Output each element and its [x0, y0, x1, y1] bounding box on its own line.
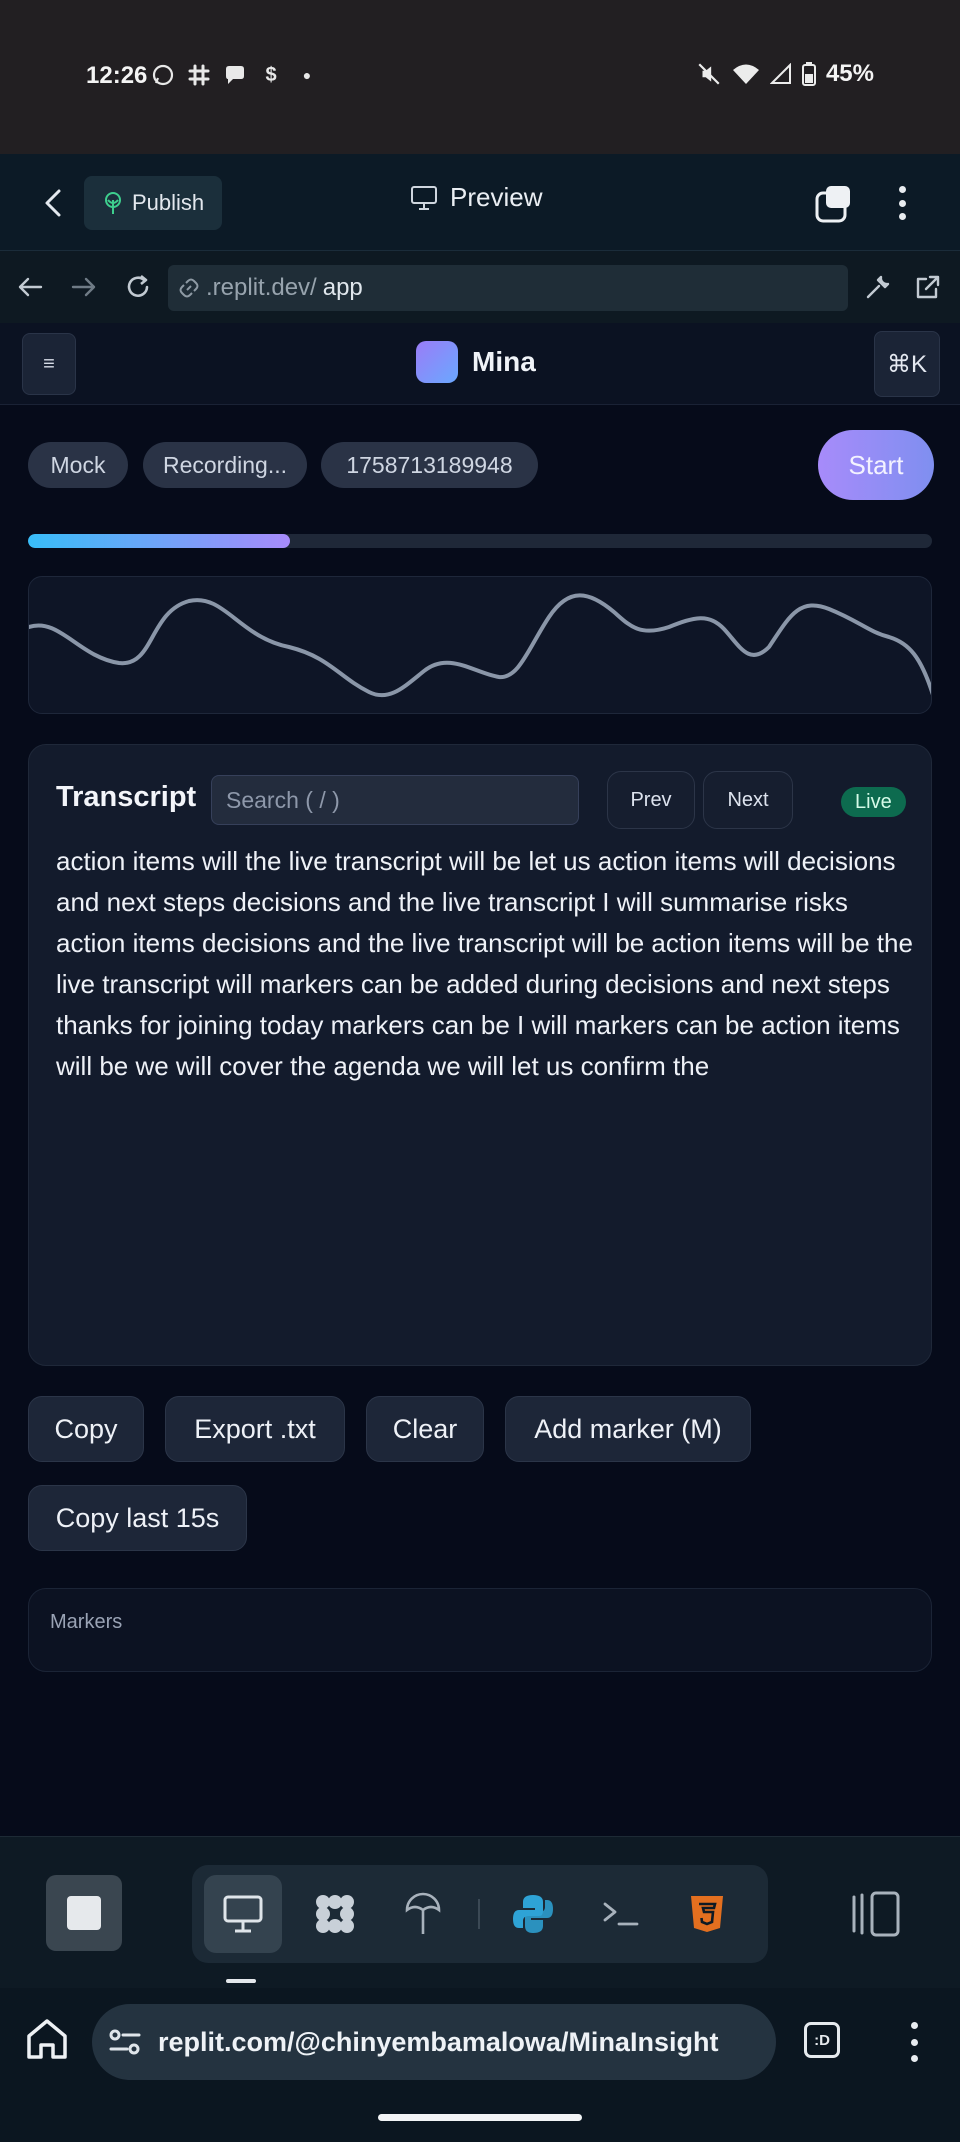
- gesture-handle: [378, 2114, 582, 2121]
- back-button[interactable]: [30, 180, 76, 226]
- chat-icon: [222, 62, 248, 88]
- url-path: app: [322, 274, 363, 301]
- reload-button[interactable]: [120, 269, 156, 305]
- prev-match-button[interactable]: Prev: [607, 771, 695, 829]
- battery-percent: 45%: [825, 60, 874, 87]
- transcript-text: action items will the live transcript wi…: [56, 846, 913, 1081]
- app-logo: [416, 341, 458, 383]
- devtools-button[interactable]: [860, 269, 896, 305]
- more-menu-button[interactable]: [886, 180, 918, 226]
- live-badge: Live: [841, 787, 906, 817]
- reload-icon: [127, 274, 149, 297]
- home-button[interactable]: [22, 2014, 72, 2064]
- export-txt-button[interactable]: Export .txt: [165, 1396, 345, 1462]
- arrow-right-icon: [71, 277, 96, 297]
- chrome-url: replit.com/@chinyembamalowa/MinaInsight: [158, 2026, 719, 2057]
- tabs-icon: [815, 186, 850, 223]
- python-icon: [513, 1895, 553, 1933]
- arrow-left-icon: [18, 277, 43, 297]
- recording-progress-bar: [28, 534, 932, 548]
- brand: Mina: [416, 341, 536, 383]
- tabs-button[interactable]: [814, 184, 854, 224]
- transcript-title: Transcript: [56, 781, 197, 813]
- preview-tool[interactable]: [204, 1875, 282, 1953]
- chrome-bottom-bar: replit.com/@chinyembamalowa/MinaInsight …: [0, 1988, 960, 2142]
- transcript-panel: Transcript Prev Next Live action items w…: [28, 744, 932, 1366]
- site-settings-icon: [109, 2029, 141, 2055]
- system-indicators: 45%: [696, 60, 874, 88]
- transcript-search-input[interactable]: [211, 775, 579, 825]
- whatsapp-icon: [150, 62, 176, 88]
- publish-icon: [105, 192, 121, 214]
- monitor-icon: [223, 1895, 263, 1933]
- deploy-icon: [405, 1892, 441, 1934]
- html-tool[interactable]: [668, 1875, 746, 1953]
- app-header: ≡ Mina ⌘K: [0, 323, 960, 405]
- copy-last-15s-button[interactable]: Copy last 15s: [28, 1485, 247, 1551]
- external-link-icon: [916, 275, 940, 299]
- signal-icon: [769, 63, 792, 85]
- replit-header: Publish Preview: [0, 154, 960, 251]
- link-icon: [179, 278, 199, 298]
- dot-icon: ●: [302, 67, 312, 83]
- python-tool[interactable]: [494, 1875, 572, 1953]
- panes-button[interactable]: [848, 1889, 904, 1939]
- browser-back-button[interactable]: [12, 269, 48, 305]
- monitor-icon: [411, 185, 437, 210]
- open-new-tab-button[interactable]: [910, 269, 946, 305]
- session-id-pill: 1758713189948: [321, 442, 538, 488]
- copy-button[interactable]: Copy: [28, 1396, 144, 1462]
- notification-icons: $ ●: [150, 62, 320, 88]
- tab-switcher-button[interactable]: :D: [804, 2022, 840, 2058]
- tool-tray: [192, 1865, 768, 1963]
- preview-title: Preview: [410, 182, 542, 213]
- publish-label: Publish: [132, 190, 205, 215]
- wrench-icon: [866, 275, 890, 299]
- mode-pill: Mock: [28, 442, 128, 488]
- deploy-tool[interactable]: [384, 1875, 462, 1953]
- recording-progress-fill: [28, 534, 291, 548]
- agent-icon: [316, 1895, 354, 1933]
- stop-icon: [67, 1896, 101, 1930]
- chrome-omnibox[interactable]: replit.com/@chinyembamalowa/MinaInsight: [92, 2004, 776, 2080]
- system-status-bar: 12:26 $ ● 45%: [0, 0, 960, 154]
- stop-button[interactable]: [46, 1875, 122, 1951]
- battery-icon: [801, 62, 816, 86]
- chevron-left-icon: [45, 189, 61, 217]
- command-palette-button[interactable]: ⌘K: [874, 331, 940, 397]
- home-icon: [27, 2019, 67, 2059]
- dollar-icon: $: [265, 63, 277, 86]
- terminal-icon: [603, 1902, 639, 1926]
- preview-browser-bar: .replit.dev/app: [0, 251, 960, 323]
- panes-icon: [852, 1891, 900, 1937]
- start-button[interactable]: Start: [818, 430, 934, 500]
- wifi-icon: [732, 62, 760, 86]
- markers-label: Markers: [50, 1611, 123, 1633]
- publish-button[interactable]: Publish: [84, 176, 223, 230]
- markers-panel: Markers: [28, 1588, 932, 1672]
- url-prefix: .replit.dev/: [206, 274, 317, 301]
- clear-button[interactable]: Clear: [366, 1396, 484, 1462]
- shell-tool[interactable]: [582, 1875, 660, 1953]
- recording-state-pill: Recording...: [143, 442, 307, 488]
- preview-label: Preview: [450, 182, 543, 212]
- browser-forward-button[interactable]: [66, 269, 102, 305]
- add-marker-button[interactable]: Add marker (M): [505, 1396, 751, 1462]
- replit-bottom-toolbar: [0, 1836, 960, 1988]
- agent-tool[interactable]: [296, 1875, 374, 1953]
- clock: 12:26: [86, 62, 148, 89]
- slack-icon: [186, 62, 212, 88]
- chrome-menu-button[interactable]: [900, 2018, 928, 2066]
- next-match-button[interactable]: Next: [703, 771, 793, 829]
- app-name: Mina: [472, 346, 536, 377]
- audio-waveform: [28, 576, 932, 714]
- preview-url-field[interactable]: .replit.dev/app: [168, 265, 848, 311]
- html5-icon: [691, 1896, 723, 1932]
- waveform-line: [29, 593, 931, 698]
- mute-icon: [696, 61, 722, 87]
- hamburger-menu-button[interactable]: ≡: [22, 333, 76, 395]
